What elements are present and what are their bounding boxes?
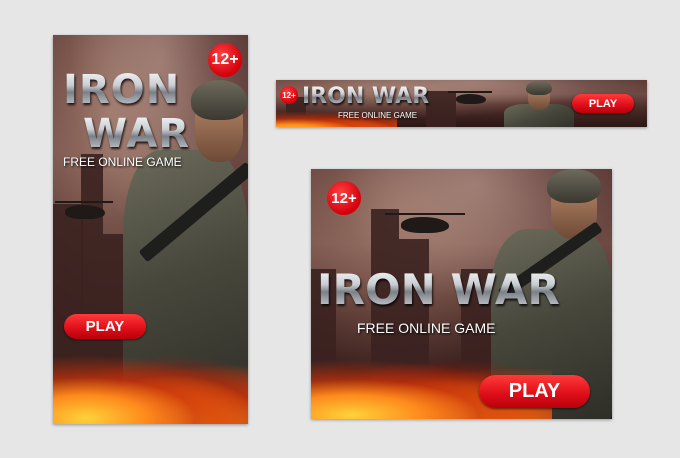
city-ruins [426, 91, 456, 127]
age-rating-badge: 12+ [280, 86, 298, 104]
game-title-line1: IRON [63, 67, 181, 113]
skyscraper-banner[interactable]: 12+ IRON WAR FREE ONLINE GAME PLAY [53, 35, 248, 424]
helicopter-icon [456, 94, 486, 104]
square-banner[interactable]: 12+ IRON WAR FREE ONLINE GAME PLAY [311, 169, 612, 419]
helicopter-rotor [448, 91, 492, 93]
play-button[interactable]: PLAY [572, 94, 634, 113]
helicopter-icon [401, 217, 449, 233]
game-subtitle: FREE ONLINE GAME [63, 155, 182, 169]
leaderboard-banner[interactable]: 12+ IRON WAR FREE ONLINE GAME PLAY [276, 80, 647, 127]
game-subtitle: FREE ONLINE GAME [357, 320, 496, 336]
age-rating-badge: 12+ [208, 43, 242, 77]
game-title: IRON WAR [317, 265, 560, 314]
helicopter-rotor [385, 213, 465, 215]
play-button[interactable]: PLAY [64, 314, 146, 339]
soldier-figure [504, 80, 574, 127]
helicopter-rotor [55, 201, 113, 203]
play-button[interactable]: PLAY [479, 375, 590, 408]
fire-effect [53, 354, 248, 424]
age-rating-badge: 12+ [327, 181, 361, 215]
game-title-line2: WAR [83, 111, 191, 157]
game-title: IRON WAR [302, 84, 430, 109]
helicopter-icon [65, 205, 105, 219]
game-subtitle: FREE ONLINE GAME [338, 111, 418, 120]
